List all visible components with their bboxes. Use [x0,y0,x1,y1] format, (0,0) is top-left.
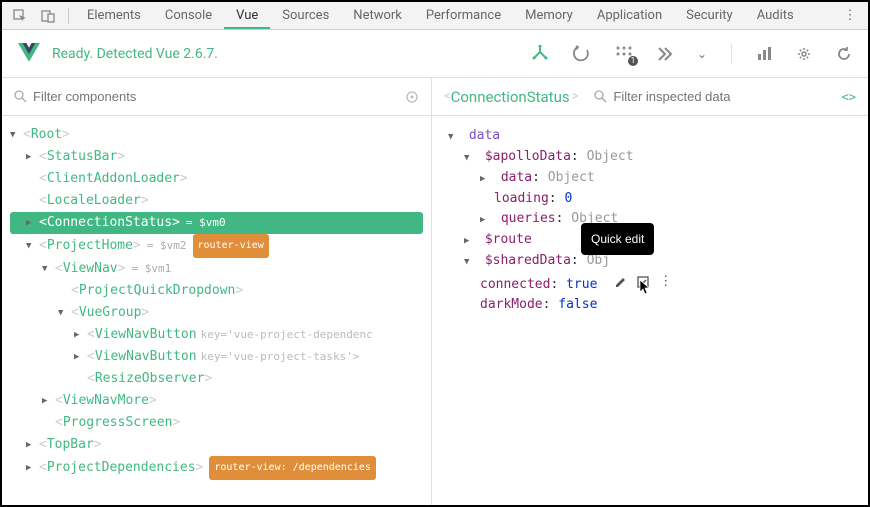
data-value: Object [587,149,634,164]
tab-performance[interactable]: Performance [414,2,513,29]
refresh-icon[interactable] [836,46,852,62]
perf-icon[interactable] [756,46,772,62]
dropdown-icon[interactable]: ⌄ [697,47,707,61]
tree-node[interactable]: ▶ <ProjectDependencies>router-view: /dep… [2,456,431,480]
arrow-right-icon[interactable]: ▶ [26,146,36,168]
tab-console[interactable]: Console [153,2,224,29]
data-root: data [469,128,500,143]
quick-edit-icon[interactable] [637,276,649,288]
edit-icon[interactable] [615,276,627,288]
tree-node[interactable]: ▼ <ViewNav> = $vm1 [2,258,431,280]
data-value: Object [548,170,595,185]
tree-node[interactable]: ▶ <ProgressScreen> [2,412,431,434]
tree-node[interactable]: ▶ <ClientAddonLoader> [2,168,431,190]
inspected-header: < ConnectionStatus > <> [432,78,868,116]
router-badge: router-view: /dependencies [209,456,376,480]
tab-memory[interactable]: Memory [513,2,585,29]
tree-node[interactable]: ▶ <ConnectionStatus> = $vm0 [10,212,423,234]
tree-node[interactable]: ▶ <ViewNavButton key='vue-project-tasks'… [2,346,431,368]
vue-toolbar: Ready. Detected Vue 2.6.7. ⌄ [2,30,868,78]
settings-icon[interactable] [796,46,812,62]
data-value: Obj [587,253,610,268]
component-tree: ▼ <Root>▶ <StatusBar>▶ <ClientAddonLoade… [2,116,431,505]
arrow-right-icon[interactable]: ▶ [480,169,490,189]
tree-node[interactable]: ▶ <ResizeObserver> [2,368,431,390]
device-icon[interactable] [34,9,62,23]
tree-node[interactable]: ▶ <ProjectQuickDropdown> [2,280,431,302]
router-badge: router-view [193,234,269,258]
data-key: queries [501,211,556,226]
data-key: $route [485,232,532,247]
data-key: data [501,170,532,185]
tab-network[interactable]: Network [341,2,414,29]
vue-logo-icon [18,43,40,65]
filter-input[interactable] [33,89,405,104]
data-key: connected [480,277,550,292]
routing-icon[interactable] [657,46,673,62]
tree-node[interactable]: ▶ <LocaleLoader> [2,190,431,212]
data-key: $apolloData [485,149,571,164]
tab-vue[interactable]: Vue [224,2,270,29]
data-value: false [558,297,597,312]
data-value: true [566,277,597,292]
data-key: $sharedData [485,253,571,268]
target-icon[interactable] [405,90,419,104]
tree-node[interactable]: ▶ <ViewNavMore> [2,390,431,412]
code-icon[interactable]: <> [842,90,856,104]
tree-node[interactable]: ▶ <StatusBar> [2,146,431,168]
search-icon [14,90,27,103]
arrow-right-icon[interactable]: ▶ [74,324,84,346]
components-filter [2,78,431,116]
tab-elements[interactable]: Elements [75,2,153,29]
cursor-icon [639,279,653,295]
more-icon[interactable]: ⋮ [836,8,864,23]
status-text: Ready. Detected Vue 2.6.7. [52,46,218,62]
tree-node[interactable]: ▼ <ProjectHome> = $vm2router-view [2,234,431,258]
tree-node[interactable]: ▼ <Root> [2,124,431,146]
data-filter-input[interactable] [613,89,841,104]
angle-open: < [444,89,451,104]
arrow-right-icon[interactable]: ▶ [74,346,84,368]
arrow-right-icon[interactable]: ▶ [26,457,36,479]
arrow-down-icon[interactable]: ▼ [42,258,52,280]
tab-audits[interactable]: Audits [745,2,806,29]
arrow-down-icon[interactable]: ▼ [464,252,474,272]
arrow-down-icon[interactable]: ▼ [58,302,68,324]
inspect-icon[interactable] [6,9,34,23]
arrow-down-icon[interactable]: ▼ [448,127,458,147]
arrow-down-icon[interactable]: ▼ [10,124,20,146]
arrow-right-icon[interactable]: ▶ [26,212,36,234]
tooltip: Quick edit [581,223,654,255]
arrow-right-icon[interactable]: ▶ [480,210,490,230]
arrow-right-icon[interactable]: ▶ [42,390,52,412]
arrow-right-icon[interactable]: ▶ [26,434,36,456]
components-icon[interactable] [531,45,549,63]
data-key: darkMode [480,297,543,312]
arrow-right-icon[interactable]: ▶ [464,231,474,251]
devtools-tabs: Elements Console Vue Sources Network Per… [2,2,868,30]
tree-node[interactable]: ▶ <ViewNavButton key='vue-project-depend… [2,324,431,346]
more-icon[interactable]: ⋮ [659,272,672,292]
search-icon [594,90,607,103]
angle-close: > [572,89,579,104]
tab-sources[interactable]: Sources [270,2,341,29]
events-icon[interactable] [615,45,633,63]
tab-security[interactable]: Security [674,2,745,29]
tree-node[interactable]: ▼ <VueGroup> [2,302,431,324]
arrow-down-icon[interactable]: ▼ [464,148,474,168]
tree-node[interactable]: ▶ <TopBar> [2,434,431,456]
inspected-component: ConnectionStatus [451,88,570,106]
data-key: loading [494,191,549,206]
tab-application[interactable]: Application [585,2,674,29]
data-value: 0 [564,191,572,206]
data-tree: ▼ data ▼ $apolloData: Object ▶ data: Obj… [432,116,868,505]
arrow-down-icon[interactable]: ▼ [26,235,36,257]
vuex-icon[interactable] [573,45,591,63]
